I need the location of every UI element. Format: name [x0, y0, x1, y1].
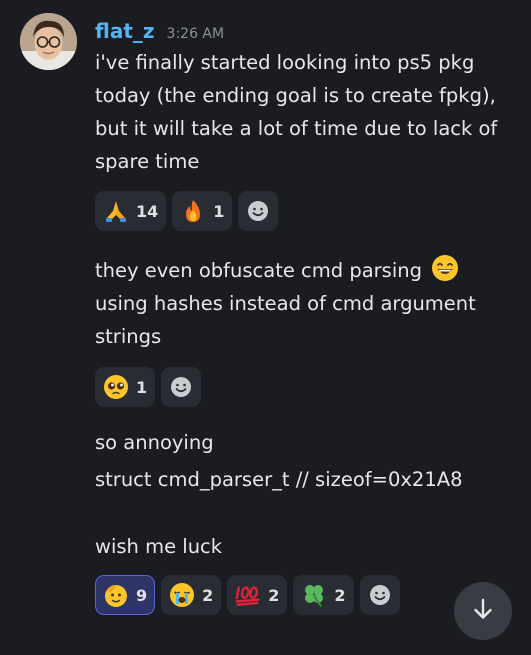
crying-face-icon	[169, 582, 195, 608]
reaction-count: 14	[136, 201, 159, 221]
reaction-count: 2	[202, 585, 214, 605]
folded-hands-icon	[103, 198, 129, 224]
reaction-hundred-points[interactable]: 2	[227, 575, 288, 615]
message-line: today (the ending goal is to create fpkg…	[95, 84, 496, 107]
message-line: spare time	[95, 150, 200, 173]
message-line: they even obfuscate cmd parsing	[95, 253, 460, 286]
reaction-fire[interactable]: 1	[172, 191, 233, 231]
reaction-bar: 9 2 2 2	[95, 575, 400, 615]
message-line: strings	[95, 325, 162, 348]
message-line: using hashes instead of cmd argument	[95, 292, 476, 315]
timestamp[interactable]: 3:26 AM	[167, 26, 225, 42]
reaction-folded-hands[interactable]: 14	[95, 191, 167, 231]
avatar[interactable]	[20, 13, 77, 70]
scroll-to-bottom-button[interactable]	[454, 582, 512, 640]
reaction-count: 1	[213, 201, 225, 221]
reaction-bar: 14 1	[95, 191, 279, 231]
add-reaction-button[interactable]	[161, 367, 202, 407]
reaction-pleading-face[interactable]: 1	[95, 367, 156, 407]
message-line: i've finally started looking into ps5 pk…	[95, 51, 475, 74]
reaction-saluting-face[interactable]: 9	[95, 575, 156, 615]
message-line: so annoying	[95, 431, 214, 454]
smiley-add-icon	[367, 582, 393, 608]
smiley-add-icon	[245, 198, 271, 224]
reaction-bar: 1	[95, 367, 202, 407]
message-line: wish me luck	[95, 535, 223, 558]
reaction-count: 2	[334, 585, 346, 605]
reaction-crying-face[interactable]: 2	[161, 575, 222, 615]
add-reaction-button[interactable]	[359, 575, 400, 615]
message-header: flat_z 3:26 AM	[95, 19, 224, 45]
reaction-count: 9	[136, 585, 148, 605]
smiley-add-icon	[168, 374, 194, 400]
reaction-count: 2	[268, 585, 280, 605]
reaction-four-leaf-clover[interactable]: 2	[293, 575, 354, 615]
saluting-face-icon	[103, 582, 129, 608]
username[interactable]: flat_z	[95, 19, 155, 43]
grinning-smiling-eyes-icon[interactable]	[430, 253, 460, 283]
fire-icon	[180, 198, 206, 224]
message-line: but it will take a lot of time due to la…	[95, 117, 498, 140]
message-line: struct cmd_parser_t // sizeof=0x21A8	[95, 468, 463, 491]
message-text: they even obfuscate cmd parsing	[95, 259, 422, 282]
arrow-down-icon	[470, 596, 496, 626]
add-reaction-button[interactable]	[238, 191, 279, 231]
pleading-face-icon	[103, 374, 129, 400]
hundred-points-icon	[235, 582, 261, 608]
reaction-count: 1	[136, 377, 148, 397]
four-leaf-clover-icon	[301, 582, 327, 608]
